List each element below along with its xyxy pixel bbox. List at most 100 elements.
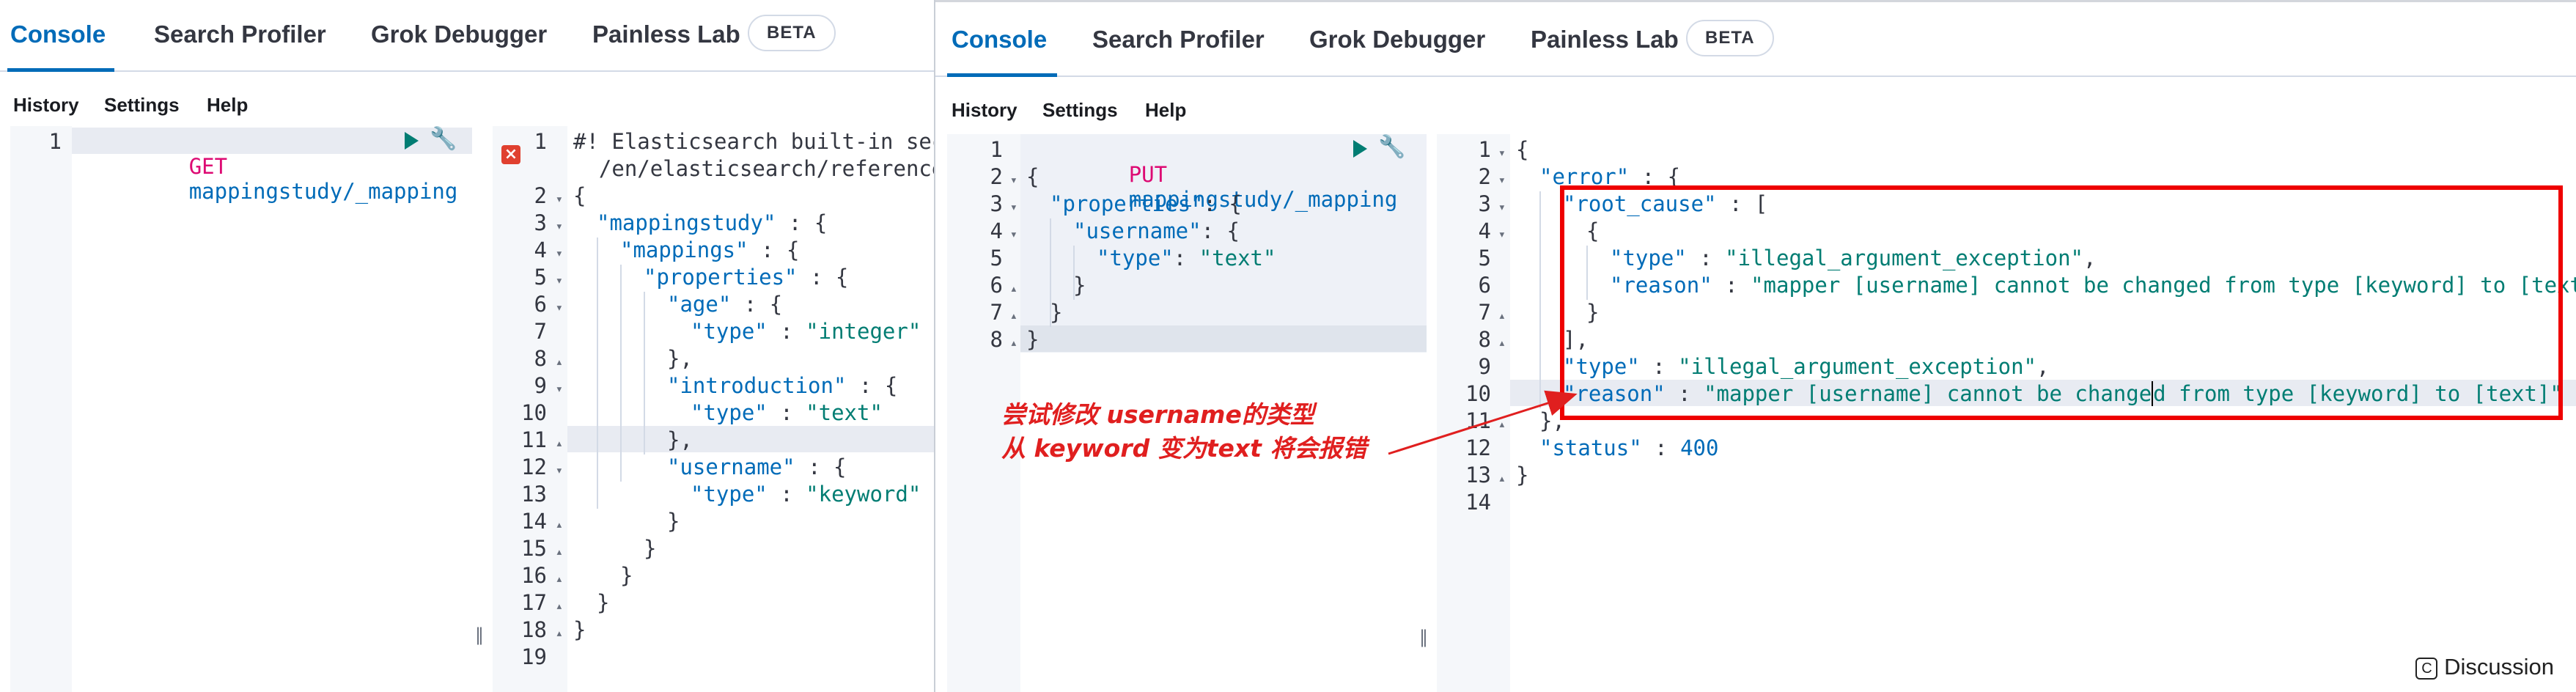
line-number: 6 — [990, 273, 1003, 298]
response-line: "age" : { — [667, 292, 783, 317]
line-number: 10 — [521, 400, 547, 425]
fold-arrow-icon[interactable]: ▴ — [556, 436, 563, 451]
line-number: 9 — [534, 373, 547, 398]
fold-arrow-icon[interactable]: ▾ — [556, 273, 563, 288]
fold-arrow-icon[interactable]: ▾ — [1010, 173, 1017, 188]
request-line[interactable]: } — [1050, 300, 1427, 325]
response-code: #! Elasticsearch built-in secu /en/elast… — [567, 126, 935, 692]
response-line: } — [620, 563, 633, 588]
fold-arrow-icon[interactable]: ▴ — [1498, 336, 1506, 350]
line-number: 17 — [521, 590, 547, 615]
response-gutter: × 1 2 3 4 5 6 7 8 9 10 11 12 13 14 15 16… — [493, 126, 567, 692]
tab-painless-lab[interactable]: Painless Lab — [592, 21, 740, 48]
line-number: 2 — [990, 164, 1003, 189]
beta-badge: BETA — [1686, 20, 1774, 56]
http-method: GET — [188, 154, 228, 179]
fold-arrow-icon[interactable]: ▾ — [1498, 227, 1506, 242]
indent-guide — [620, 265, 622, 482]
fold-arrow-icon[interactable]: ▴ — [556, 626, 563, 641]
fold-arrow-icon[interactable]: ▴ — [1010, 281, 1017, 296]
fold-arrow-icon[interactable]: ▾ — [1010, 200, 1017, 215]
resize-handle[interactable]: ‖ — [1419, 627, 1428, 647]
line-number: 11 — [521, 427, 547, 452]
line-number: 19 — [521, 644, 547, 669]
play-icon[interactable] — [405, 132, 419, 150]
left-console-window: Console Search Profiler Grok Debugger Pa… — [0, 0, 935, 692]
tab-grok-debugger[interactable]: Grok Debugger — [1309, 26, 1485, 54]
tab-grok-debugger[interactable]: Grok Debugger — [371, 21, 547, 48]
wrench-icon[interactable]: 🔧 — [1378, 134, 1405, 160]
annotation-line-1: 尝试修改 username的类型 — [1001, 400, 1314, 429]
menu-history[interactable]: History — [13, 94, 79, 117]
fold-arrow-icon[interactable]: ▴ — [556, 599, 563, 614]
line-number: 3 — [1478, 191, 1491, 216]
fold-arrow-icon[interactable]: ▾ — [556, 246, 563, 261]
response-line: { — [573, 183, 586, 208]
menu-help[interactable]: Help — [1145, 99, 1186, 122]
fold-arrow-icon[interactable]: ▾ — [1498, 173, 1506, 188]
request-code[interactable]: GET mappingstudy/_mapping 🔧 — [72, 126, 472, 692]
tab-painless-lab[interactable]: Painless Lab — [1531, 26, 1679, 54]
console-menu: History Settings Help — [935, 87, 2576, 131]
request-line[interactable]: } — [1026, 327, 1427, 352]
fold-arrow-icon[interactable]: ▴ — [556, 545, 563, 559]
response-warning-line: /en/elasticsearch/reference/ — [573, 156, 935, 181]
fold-arrow-icon[interactable]: ▾ — [1010, 227, 1017, 242]
request-line[interactable]: } — [1073, 273, 1427, 298]
fold-arrow-icon[interactable]: ▾ — [556, 463, 563, 478]
tab-console[interactable]: Console — [10, 21, 106, 48]
fold-arrow-icon[interactable]: ▴ — [556, 518, 563, 532]
response-line: "type" : "keyword" — [691, 482, 921, 507]
beta-badge: BETA — [748, 15, 836, 51]
fold-arrow-icon[interactable]: ▾ — [1498, 146, 1506, 161]
line-number: 2 — [534, 183, 547, 208]
request-line[interactable]: "properties": { — [1050, 191, 1427, 216]
request-line[interactable]: "username": { — [1073, 218, 1427, 243]
response-line: "introduction" : { — [667, 373, 898, 398]
fold-arrow-icon[interactable]: ▾ — [556, 382, 563, 397]
indent-guide — [644, 292, 645, 454]
menu-settings[interactable]: Settings — [1042, 99, 1118, 122]
fold-arrow-icon[interactable]: ▴ — [556, 572, 563, 586]
response-line: { — [1516, 137, 1529, 162]
error-icon[interactable]: × — [501, 145, 520, 164]
line-number: 1 — [48, 129, 62, 154]
request-line[interactable]: { — [1026, 164, 1427, 189]
tab-search-profiler[interactable]: Search Profiler — [154, 21, 326, 48]
fold-arrow-icon[interactable]: ▾ — [1498, 200, 1506, 215]
discussion-watermark: C Discussion — [2408, 651, 2561, 683]
request-line[interactable]: "type": "text" — [1097, 246, 1427, 270]
fold-arrow-icon[interactable]: ▴ — [556, 355, 563, 369]
response-line: }, — [667, 346, 693, 371]
fold-arrow-icon[interactable]: ▾ — [556, 192, 563, 207]
line-number: 7 — [990, 300, 1003, 325]
fold-arrow-icon[interactable]: ▾ — [556, 219, 563, 234]
menu-help[interactable]: Help — [207, 94, 248, 117]
line-number: 1 — [990, 137, 1003, 162]
request-editor[interactable]: 1 GET mappingstudy/_mapping 🔧 — [10, 126, 472, 692]
resize-handle[interactable]: ‖ — [475, 625, 484, 645]
line-number: 14 — [521, 509, 547, 534]
play-icon[interactable] — [1353, 140, 1367, 158]
tab-search-profiler[interactable]: Search Profiler — [1092, 26, 1265, 54]
fold-arrow-icon[interactable]: ▴ — [1498, 471, 1506, 486]
line-number: 13 — [521, 482, 547, 507]
console-menu: History Settings Help — [0, 82, 934, 126]
line-number: 15 — [521, 536, 547, 561]
menu-settings[interactable]: Settings — [104, 94, 180, 117]
fold-arrow-icon[interactable]: ▴ — [1010, 336, 1017, 350]
fold-arrow-icon[interactable]: ▴ — [1010, 309, 1017, 323]
line-number: 5 — [990, 246, 1003, 270]
fold-arrow-icon[interactable]: ▴ — [1498, 309, 1506, 323]
menu-history[interactable]: History — [952, 99, 1017, 122]
wrench-icon[interactable]: 🔧 — [430, 126, 457, 152]
tab-console[interactable]: Console — [952, 26, 1047, 54]
response-line: } — [597, 590, 610, 615]
line-number: 4 — [1478, 218, 1491, 243]
line-number: 8 — [1478, 327, 1491, 352]
error-highlight-box — [1560, 185, 2563, 420]
fold-arrow-icon[interactable]: ▾ — [556, 301, 563, 315]
response-line: "username" : { — [667, 454, 847, 479]
line-number: 6 — [534, 292, 547, 317]
line-number: 1 — [1478, 137, 1491, 162]
